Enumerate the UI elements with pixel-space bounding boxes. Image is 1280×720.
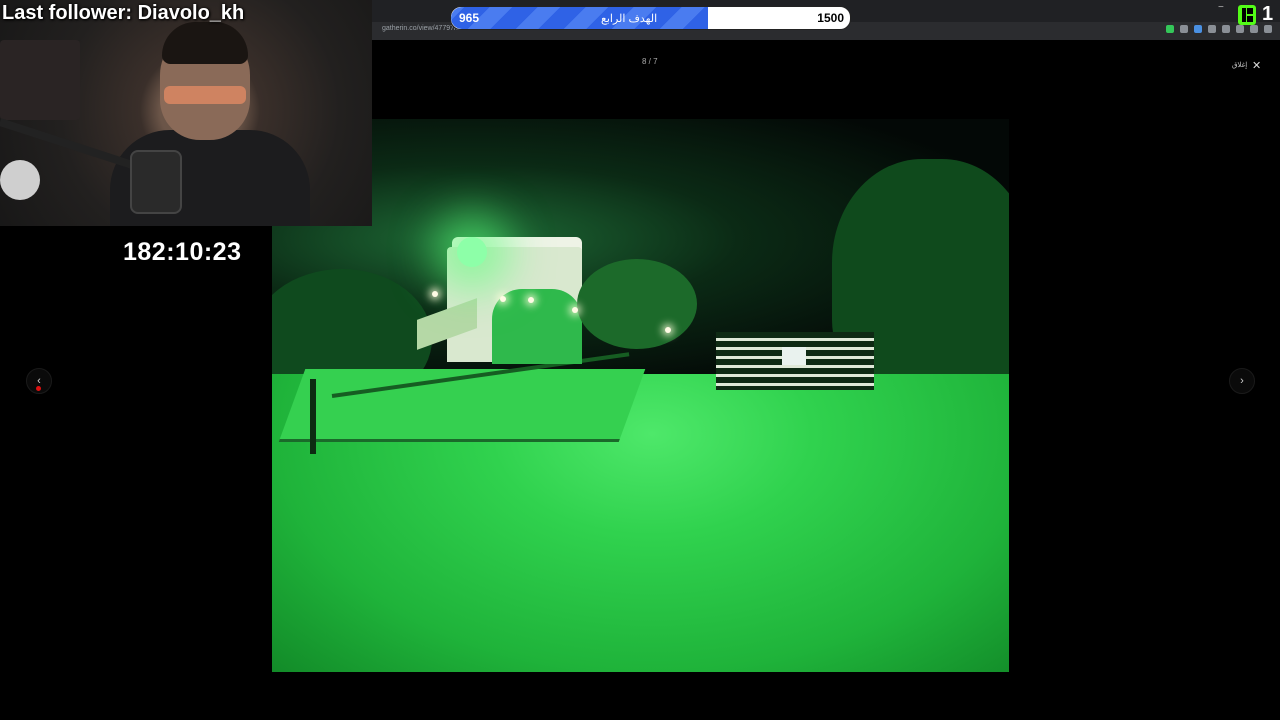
chevron-right-icon[interactable]: ›: [1229, 368, 1255, 394]
close-icon[interactable]: ✕: [1252, 59, 1261, 72]
photo-lamp: [665, 327, 671, 333]
extension-icon[interactable]: [1208, 25, 1216, 33]
photo-green-light: [457, 237, 487, 267]
extension-icon[interactable]: [1180, 25, 1188, 33]
webcam-background-shelf: [0, 40, 80, 120]
stream-timer: 182:10:23: [123, 238, 242, 266]
extension-icon[interactable]: [1166, 25, 1174, 33]
gallery-photo: [272, 119, 1009, 672]
extension-icon[interactable]: [1236, 25, 1244, 33]
close-label[interactable]: إغلاق: [1232, 61, 1247, 69]
last-follower-label: Last follower: Diavolo_kh: [2, 2, 245, 24]
follower-goal-bar: 965 الهدف الرابع 1500: [450, 6, 851, 30]
photo-lawn: [278, 369, 646, 442]
photo-lamp: [528, 297, 534, 303]
photo-tree: [577, 259, 697, 349]
viewer-count: 1: [1262, 3, 1274, 25]
url-text[interactable]: gatherin.co/view/47797/...: [382, 25, 462, 32]
kick-logo-icon: [1238, 5, 1256, 25]
extension-toolbar: [1166, 25, 1272, 33]
webcam-lamp: [0, 160, 40, 200]
goal-current-value: 965: [459, 11, 480, 25]
extension-icon[interactable]: [1194, 25, 1202, 33]
streamer-glasses: [164, 86, 246, 104]
goal-progress-fill: [451, 7, 708, 29]
goal-target-value: 1500: [817, 11, 844, 25]
image-counter: 8 / 7: [642, 57, 658, 66]
photo-pole: [310, 379, 316, 454]
photo-lamp: [500, 296, 506, 302]
streamer-hair: [162, 22, 248, 64]
photo-lamp: [432, 291, 438, 297]
webcam-feed: [0, 0, 372, 226]
extension-icon[interactable]: [1222, 25, 1230, 33]
extension-icon[interactable]: [1250, 25, 1258, 33]
minimize-button[interactable]: −: [1218, 2, 1224, 13]
microphone: [130, 150, 182, 214]
cursor-dot: [36, 386, 41, 391]
photo-lamp: [572, 307, 578, 313]
goal-label: الهدف الرابع: [601, 13, 658, 25]
extension-icon[interactable]: [1264, 25, 1272, 33]
photo-cabin-window: [782, 347, 806, 365]
